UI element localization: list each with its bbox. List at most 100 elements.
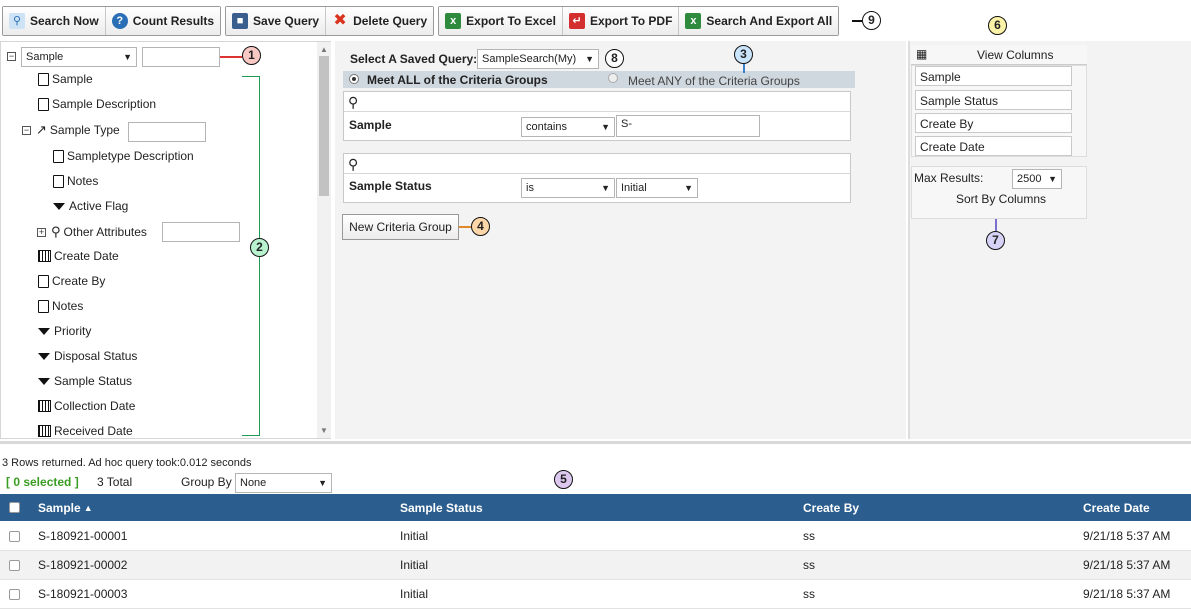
column-item[interactable]: Sample <box>915 66 1072 86</box>
tree-item-collection-date[interactable]: Collection Date <box>38 399 135 413</box>
selected-count[interactable]: [ 0 selected ] <box>6 475 79 489</box>
results-summary: 3 Rows returned. Ad hoc query took:0.012… <box>2 457 252 469</box>
column-item[interactable]: Sample Status <box>915 90 1072 110</box>
table-row[interactable]: S-180921-00003 Initial ss 9/21/18 5:37 A… <box>0 580 1191 609</box>
tree-item-sampletype-description[interactable]: Sampletype Description <box>53 149 194 163</box>
cell-sample: S-180921-00002 <box>38 558 128 572</box>
column-header-create-by[interactable]: Create By <box>803 494 859 521</box>
group-by-label: Group By <box>181 475 232 489</box>
tree-item-notes[interactable]: Notes <box>38 299 83 313</box>
column-header-create-date[interactable]: Create Date <box>1083 494 1150 521</box>
cell-create-by: ss <box>803 529 815 543</box>
callout-9: 9 <box>862 11 881 30</box>
calendar-icon <box>38 400 51 412</box>
magnifier-icon: ⚲ <box>9 13 25 29</box>
tree-item-active-flag[interactable]: Active Flag <box>53 199 128 213</box>
table-row[interactable]: S-180921-00001 Initial ss 9/21/18 5:37 A… <box>0 522 1191 551</box>
document-icon <box>53 174 64 188</box>
criteria-field: Sample <box>349 118 392 132</box>
row-checkbox[interactable] <box>9 560 20 571</box>
search-export-all-button[interactable]: x Search And Export All <box>679 7 839 35</box>
criteria-value-input[interactable]: S- <box>616 115 760 137</box>
root-filter-input[interactable] <box>142 47 220 67</box>
row-checkbox[interactable] <box>9 589 20 600</box>
sample-type-filter-input[interactable] <box>128 122 206 142</box>
delete-query-button[interactable]: ✖ Delete Query <box>326 7 434 35</box>
tree-item-sample[interactable]: Sample <box>38 72 93 86</box>
callout-7: 7 <box>986 231 1005 250</box>
column-header-sample[interactable]: Sample ▲ <box>38 494 93 521</box>
collapse-icon[interactable]: − <box>22 125 31 135</box>
cell-create-date: 9/21/18 5:37 AM <box>1083 529 1171 543</box>
calendar-icon <box>38 425 51 437</box>
meet-any-label: Meet ANY of the Criteria Groups <box>628 74 800 88</box>
cell-sample-status: Initial <box>400 587 429 601</box>
callout-4-leader <box>459 226 471 228</box>
criteria-operator-select[interactable]: is ▼ <box>521 178 615 198</box>
other-attributes-filter-input[interactable] <box>162 222 240 242</box>
scroll-thumb[interactable] <box>319 56 329 196</box>
saved-query-select[interactable]: SampleSearch(My) ▼ <box>477 49 599 69</box>
pdf-icon: ↵ <box>568 13 585 29</box>
tree-item-disposal-status[interactable]: Disposal Status <box>38 349 137 363</box>
tree-item-create-date[interactable]: Create Date <box>38 249 119 263</box>
search-icon: ⚲ <box>348 156 359 172</box>
tree-item-sample-type[interactable]: − ↗ Sample Type <box>22 122 120 138</box>
max-results-select[interactable]: 2500 ▼ <box>1012 169 1062 189</box>
tree-scrollbar[interactable]: ▲ ▼ <box>317 42 331 438</box>
cell-sample-status: Initial <box>400 558 429 572</box>
tree-item-sample-status[interactable]: Sample Status <box>38 374 132 388</box>
cell-create-by: ss <box>803 558 815 572</box>
search-now-button[interactable]: ⚲ Search Now <box>3 7 106 35</box>
search-icon: ⚲ <box>348 94 359 110</box>
tree-item-create-by[interactable]: Create By <box>38 274 105 288</box>
export-button-group: x Export To Excel ↵ Export To PDF x Sear… <box>438 6 840 36</box>
select-all-checkbox[interactable] <box>9 502 20 513</box>
tree-item-notes-sub[interactable]: Notes <box>53 174 98 188</box>
chevron-down-icon: ▼ <box>318 478 327 488</box>
document-icon <box>38 72 49 86</box>
calendar-icon <box>38 250 51 262</box>
column-item[interactable]: Create Date <box>915 136 1072 156</box>
tree-item-sample-description[interactable]: Sample Description <box>38 97 156 111</box>
group-by-select[interactable]: None ▼ <box>235 473 332 493</box>
tree-item-priority[interactable]: Priority <box>38 324 91 338</box>
tree-item-received-date[interactable]: Received Date <box>38 424 133 438</box>
callout-4: 4 <box>471 217 490 236</box>
count-results-button[interactable]: ? Count Results <box>105 7 221 35</box>
panel-divider[interactable] <box>0 441 1191 444</box>
table-row[interactable]: S-180921-00002 Initial ss 9/21/18 5:37 A… <box>0 551 1191 580</box>
meet-any-radio[interactable] <box>608 73 618 83</box>
sort-by-columns-link[interactable]: Sort By Columns <box>956 192 1046 206</box>
criteria-field: Sample Status <box>349 179 432 193</box>
new-criteria-group-button[interactable]: New Criteria Group <box>342 214 459 240</box>
results-grid-header: Sample ▲ Sample Status Create By Create … <box>0 494 1191 521</box>
criteria-group-header: ⚲ <box>344 92 850 112</box>
criteria-operator-select[interactable]: contains ▼ <box>521 117 615 137</box>
callout-8: 8 <box>605 49 624 68</box>
floppy-disk-icon: ■ <box>232 13 249 29</box>
root-entity-select[interactable]: Sample ▼ <box>21 47 137 67</box>
cell-sample: S-180921-00003 <box>38 587 128 601</box>
meet-all-radio[interactable] <box>349 74 359 84</box>
column-item[interactable]: Create By <box>915 113 1072 133</box>
callout-1: 1 <box>242 46 261 65</box>
document-icon <box>38 274 49 288</box>
export-pdf-button[interactable]: ↵ Export To PDF <box>562 7 680 35</box>
scroll-down-icon[interactable]: ▼ <box>320 426 328 435</box>
view-columns-header: ▦ View Columns <box>911 45 1087 65</box>
callout-3: 3 <box>734 45 753 64</box>
criteria-value-select[interactable]: Initial ▼ <box>616 178 698 198</box>
export-excel-button[interactable]: x Export To Excel <box>439 7 563 35</box>
document-icon <box>53 149 64 163</box>
collapse-root-icon[interactable]: − <box>7 52 16 61</box>
cell-sample-status: Initial <box>400 529 429 543</box>
save-query-button[interactable]: ■ Save Query <box>226 7 327 35</box>
tree-item-other-attributes[interactable]: + ⚲ Other Attributes <box>37 224 147 240</box>
expand-icon[interactable]: + <box>37 227 46 237</box>
scroll-up-icon[interactable]: ▲ <box>320 45 328 54</box>
row-checkbox[interactable] <box>9 531 20 542</box>
cell-create-date: 9/21/18 5:37 AM <box>1083 558 1171 572</box>
column-header-sample-status[interactable]: Sample Status <box>400 494 483 521</box>
cell-create-date: 9/21/18 5:37 AM <box>1083 587 1171 601</box>
